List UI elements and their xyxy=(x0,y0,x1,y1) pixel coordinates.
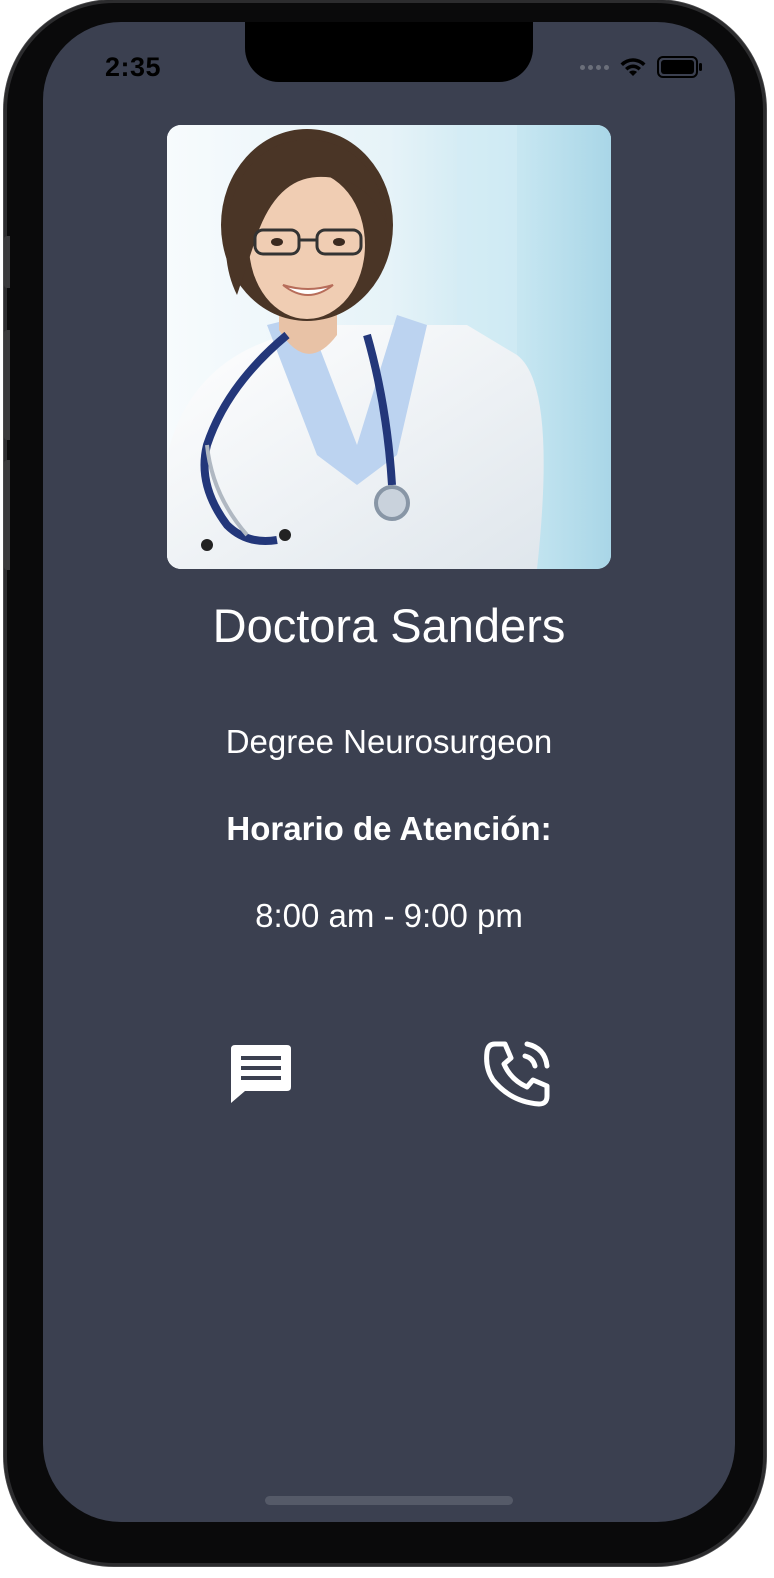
message-icon xyxy=(231,1045,291,1103)
phone-frame: 2:35 Doctora Sanders Degree Neurosurgeon… xyxy=(4,0,766,1566)
call-button[interactable] xyxy=(477,1034,557,1114)
doctor-name: Doctora Sanders xyxy=(212,599,566,652)
message-button[interactable] xyxy=(221,1034,301,1114)
volume-down-button xyxy=(4,460,10,570)
notch xyxy=(245,22,533,82)
hours-label: Horario de Atención: xyxy=(226,810,552,847)
status-time: 2:35 xyxy=(105,52,162,82)
home-indicator[interactable] xyxy=(265,1496,513,1505)
battery-icon xyxy=(657,56,702,78)
volume-up-button xyxy=(4,330,10,440)
hours-value: 8:00 am - 9:00 pm xyxy=(255,897,523,934)
status-icons xyxy=(580,56,703,78)
wifi-icon xyxy=(620,58,646,76)
app-screen: 2:35 Doctora Sanders Degree Neurosurgeon… xyxy=(43,22,735,1522)
doctor-photo xyxy=(167,125,611,569)
phone-call-icon xyxy=(484,1041,550,1107)
signal-icon xyxy=(580,64,609,70)
mute-switch xyxy=(4,236,10,288)
doctor-degree: Degree Neurosurgeon xyxy=(225,723,553,760)
